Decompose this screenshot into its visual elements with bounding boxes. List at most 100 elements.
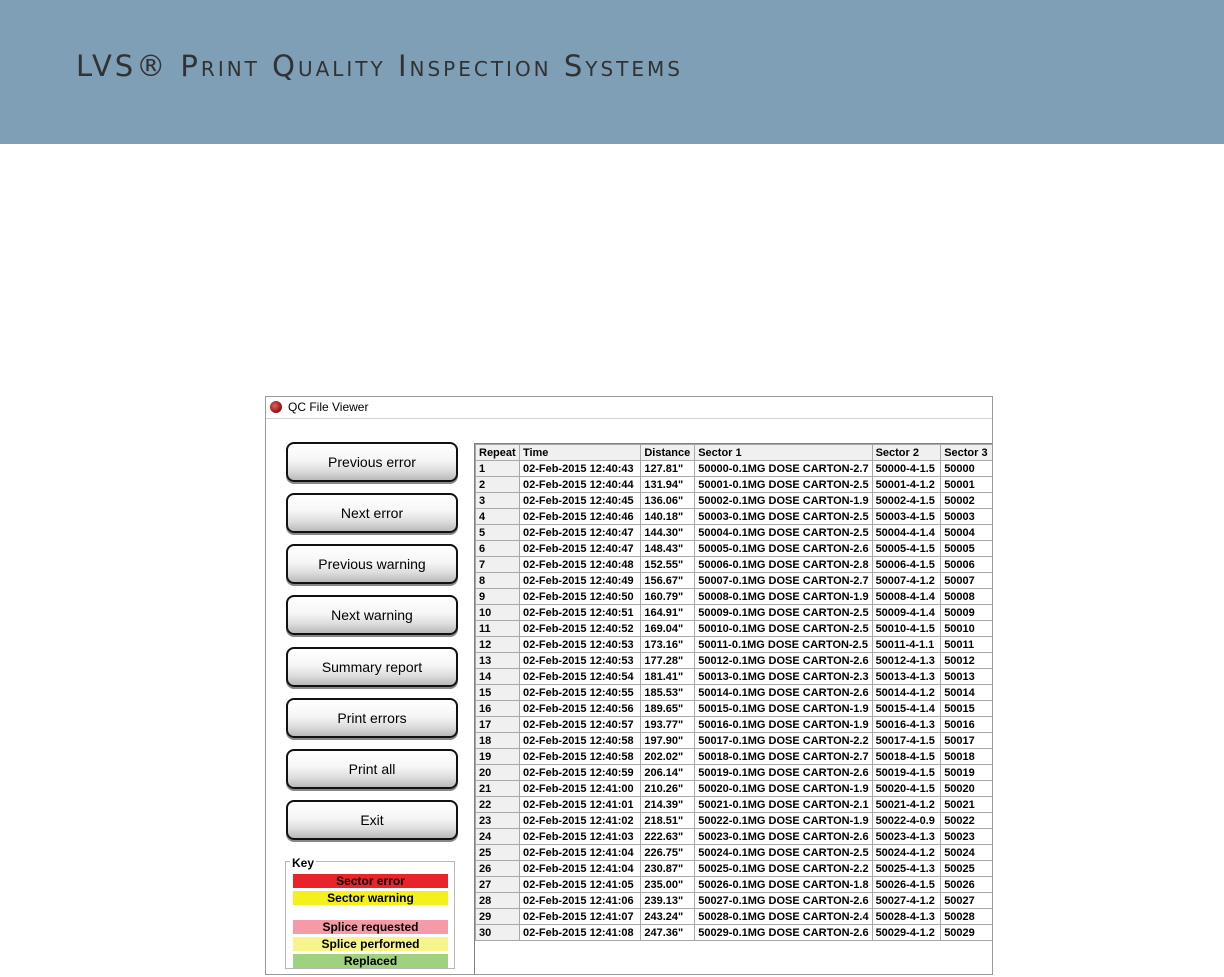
table-row[interactable]: 3 02-Feb-2015 12:40:45 136.06" 50002-0.1MG …: [475, 492, 992, 509]
table-row[interactable]: 23 02-Feb-2015 12:41:02 218.51" 50022-0.1MG…: [475, 812, 992, 829]
table-cell: 50018-0.1MG DOSE CARTON-2.7: [694, 748, 873, 765]
table-cell: 50006-4-1.5: [871, 556, 942, 573]
table-cell: 50012-4-1.3: [871, 652, 942, 669]
column-header[interactable]: Repeat: [475, 444, 520, 461]
table-row[interactable]: 20 02-Feb-2015 12:40:59 206.14" 50019-0.1MG…: [475, 764, 992, 781]
table-row[interactable]: 25 02-Feb-2015 12:41:04 226.75" 50024-0.1MG…: [475, 844, 992, 861]
table-cell: 50006-0.1MG DOSE CARTON-2.8: [694, 556, 873, 573]
table-cell: 131.94": [640, 476, 696, 493]
table-cell: 50028-4-1.3: [871, 908, 942, 925]
table-cell: 50009: [940, 604, 992, 621]
table-cell: 12: [475, 636, 520, 653]
table-cell: 50003-0.1MG DOSE CARTON-2.5: [694, 508, 873, 525]
table-cell: 50016-4-1.3: [871, 716, 942, 733]
print-all-button[interactable]: Print all: [286, 749, 458, 789]
column-header[interactable]: Time: [518, 444, 642, 461]
table-cell: 181.41": [640, 668, 696, 685]
table-cell: 02-Feb-2015 12:41:00: [518, 780, 642, 797]
table-row[interactable]: 17 02-Feb-2015 12:40:57 193.77" 50016-0.1MG…: [475, 716, 992, 733]
table-cell: 50010-4-1.5: [871, 620, 942, 637]
table-row[interactable]: 27 02-Feb-2015 12:41:05 235.00" 50026-0.1MG…: [475, 876, 992, 893]
next-warning-button[interactable]: Next warning: [286, 595, 458, 635]
table-row[interactable]: 1 02-Feb-2015 12:40:43 127.81" 50000-0.1MG …: [475, 460, 992, 477]
table-cell: 1: [475, 460, 520, 477]
table-cell: 11: [475, 620, 520, 637]
table-row[interactable]: 5 02-Feb-2015 12:40:47 144.30" 50004-0.1MG …: [475, 524, 992, 541]
table-cell: 50001-0.1MG DOSE CARTON-2.5: [694, 476, 873, 493]
table-cell: 02-Feb-2015 12:40:58: [518, 748, 642, 765]
table-cell: 50009-0.1MG DOSE CARTON-2.5: [694, 604, 873, 621]
table-cell: 02-Feb-2015 12:40:45: [518, 492, 642, 509]
column-header[interactable]: Sector 1: [694, 444, 873, 461]
table-cell: 50024-4-1.2: [871, 844, 942, 861]
table-cell: 50001-4-1.2: [871, 476, 942, 493]
previous-warning-button[interactable]: Previous warning: [286, 544, 458, 584]
table-cell: 21: [475, 780, 520, 797]
table-row[interactable]: 15 02-Feb-2015 12:40:55 185.53" 50014-0.1MG…: [475, 684, 992, 701]
table-cell: 2: [475, 476, 520, 493]
table-cell: 50029-4-1.2: [871, 924, 942, 941]
table-row[interactable]: 29 02-Feb-2015 12:41:07 243.24" 50028-0.1MG…: [475, 908, 992, 925]
table-cell: 50009-4-1.4: [871, 604, 942, 621]
table-row[interactable]: 16 02-Feb-2015 12:40:56 189.65" 50015-0.1MG…: [475, 700, 992, 717]
table-cell: 50003-4-1.5: [871, 508, 942, 525]
table-cell: 02-Feb-2015 12:40:46: [518, 508, 642, 525]
table-cell: 152.55": [640, 556, 696, 573]
table-row[interactable]: 8 02-Feb-2015 12:40:49 156.67" 50007-0.1MG …: [475, 572, 992, 589]
table-row[interactable]: 2 02-Feb-2015 12:40:44 131.94" 50001-0.1MG …: [475, 476, 992, 493]
table-cell: 02-Feb-2015 12:41:01: [518, 796, 642, 813]
table-cell: 189.65": [640, 700, 696, 717]
table-row[interactable]: 28 02-Feb-2015 12:41:06 239.13" 50027-0.1MG…: [475, 892, 992, 909]
table-cell: 29: [475, 908, 520, 925]
table-row[interactable]: 22 02-Feb-2015 12:41:01 214.39" 50021-0.1MG…: [475, 796, 992, 813]
next-error-button[interactable]: Next error: [286, 493, 458, 533]
table-cell: 50028-0.1MG DOSE CARTON-2.4: [694, 908, 873, 925]
table-row[interactable]: 24 02-Feb-2015 12:41:03 222.63" 50023-0.1MG…: [475, 828, 992, 845]
table-row[interactable]: 9 02-Feb-2015 12:40:50 160.79" 50008-0.1MG …: [475, 588, 992, 605]
table-row[interactable]: 14 02-Feb-2015 12:40:54 181.41" 50013-0.1MG…: [475, 668, 992, 685]
previous-error-button[interactable]: Previous error: [286, 442, 458, 482]
table-cell: 17: [475, 716, 520, 733]
table-cell: 02-Feb-2015 12:41:05: [518, 876, 642, 893]
table-cell: 3: [475, 492, 520, 509]
table-cell: 50027-4-1.2: [871, 892, 942, 909]
table-row[interactable]: 7 02-Feb-2015 12:40:48 152.55" 50006-0.1MG …: [475, 556, 992, 573]
results-grid[interactable]: Repeat Time Distance Sector 1 Sector 2 S…: [474, 443, 992, 974]
table-cell: 50025: [940, 860, 992, 877]
table-cell: 50003: [940, 508, 992, 525]
table-cell: 9: [475, 588, 520, 605]
table-cell: 50024-0.1MG DOSE CARTON-2.5: [694, 844, 873, 861]
print-errors-button[interactable]: Print errors: [286, 698, 458, 738]
table-cell: 50004-0.1MG DOSE CARTON-2.5: [694, 524, 873, 541]
table-cell: 02-Feb-2015 12:40:47: [518, 524, 642, 541]
table-cell: 230.87": [640, 860, 696, 877]
table-row[interactable]: 6 02-Feb-2015 12:40:47 148.43" 50005-0.1MG …: [475, 540, 992, 557]
table-cell: 50022-0.1MG DOSE CARTON-1.9: [694, 812, 873, 829]
key-sector-error: Sector error: [293, 874, 448, 888]
table-row[interactable]: 30 02-Feb-2015 12:41:08 247.36" 50029-0.1MG…: [475, 924, 992, 941]
table-row[interactable]: 19 02-Feb-2015 12:40:58 202.02" 50018-0.1MG…: [475, 748, 992, 765]
table-row[interactable]: 13 02-Feb-2015 12:40:53 177.28" 50012-0.1MG…: [475, 652, 992, 669]
summary-report-button[interactable]: Summary report: [286, 647, 458, 687]
results-table: Repeat Time Distance Sector 1 Sector 2 S…: [475, 444, 992, 941]
table-row[interactable]: 4 02-Feb-2015 12:40:46 140.18" 50003-0.1MG …: [475, 508, 992, 525]
table-cell: 50015-4-1.4: [871, 700, 942, 717]
table-cell: 144.30": [640, 524, 696, 541]
table-cell: 50017-4-1.5: [871, 732, 942, 749]
table-row[interactable]: 26 02-Feb-2015 12:41:04 230.87" 50025-0.1MG…: [475, 860, 992, 877]
table-cell: 156.67": [640, 572, 696, 589]
table-row[interactable]: 12 02-Feb-2015 12:40:53 173.16" 50011-0.1MG…: [475, 636, 992, 653]
table-cell: 7: [475, 556, 520, 573]
table-cell: 18: [475, 732, 520, 749]
column-header[interactable]: Sector 2: [871, 444, 942, 461]
table-cell: 16: [475, 700, 520, 717]
table-row[interactable]: 21 02-Feb-2015 12:41:00 210.26" 50020-0.1MG…: [475, 780, 992, 797]
exit-button[interactable]: Exit: [286, 800, 458, 840]
table-cell: 24: [475, 828, 520, 845]
column-header[interactable]: Sector 3: [940, 444, 992, 461]
window-titlebar: QC File Viewer: [266, 397, 992, 419]
table-row[interactable]: 11 02-Feb-2015 12:40:52 169.04" 50010-0.1MG…: [475, 620, 992, 637]
column-header[interactable]: Distance: [640, 444, 696, 461]
table-row[interactable]: 18 02-Feb-2015 12:40:58 197.90" 50017-0.1MG…: [475, 732, 992, 749]
table-row[interactable]: 10 02-Feb-2015 12:40:51 164.91" 50009-0.1MG…: [475, 604, 992, 621]
